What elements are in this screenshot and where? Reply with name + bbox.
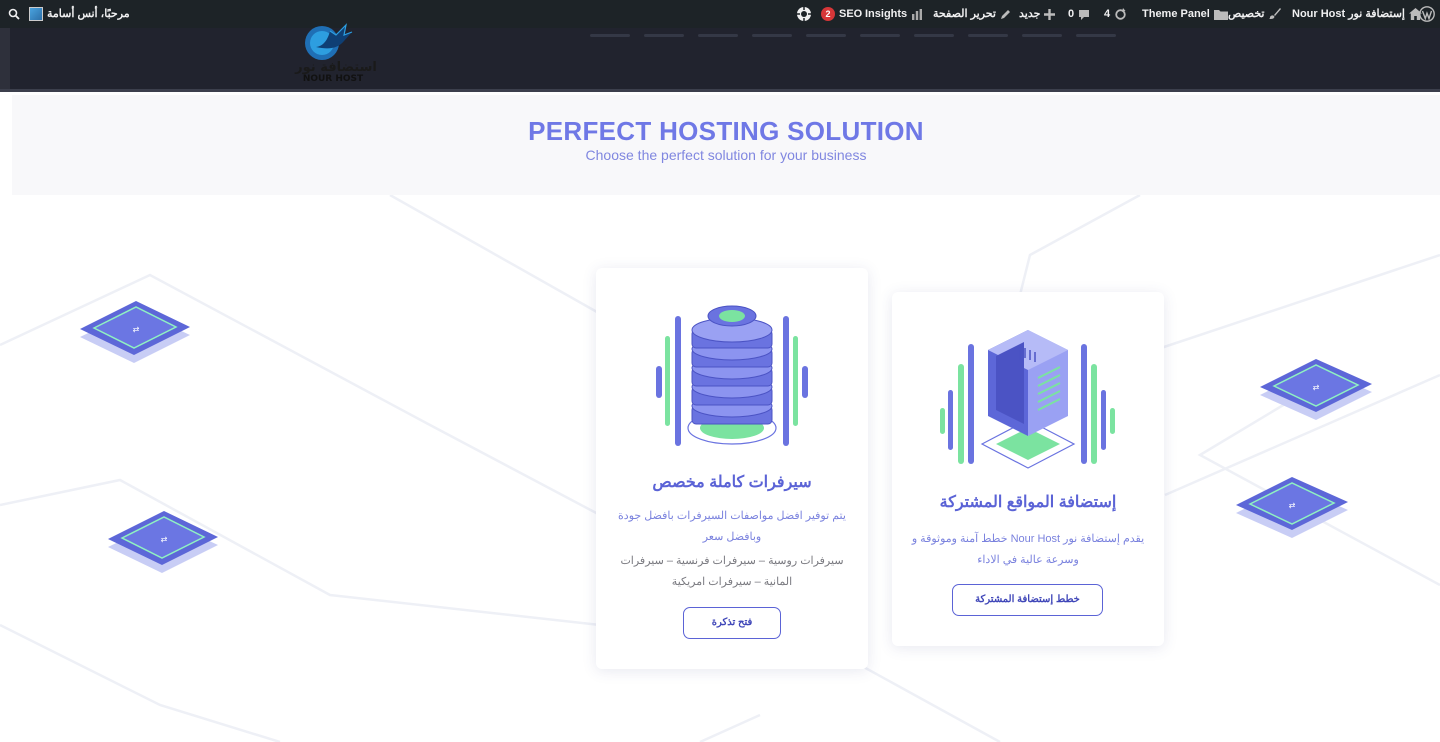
comments-count: 0 <box>1068 8 1075 20</box>
plus-icon <box>1044 8 1056 20</box>
svg-text:⇄: ⇄ <box>1289 501 1296 510</box>
main-nav <box>590 28 1116 44</box>
insights-menu[interactable]: Insights <box>865 0 923 28</box>
dedicated-servers-card: سيرفرات كاملة مخصص يتم توفير افضل مواصفا… <box>596 268 868 669</box>
seo-badge: 2 <box>821 7 835 21</box>
insights-label: Insights <box>865 8 908 20</box>
card-title: سيرفرات كاملة مخصص <box>652 474 812 491</box>
nav-item[interactable] <box>914 34 954 37</box>
hero-subtitle: Choose the perfect solution for your bus… <box>585 147 867 163</box>
ai-assistant-icon[interactable] <box>796 0 812 28</box>
updates-menu[interactable]: 4 <box>1104 0 1127 28</box>
nav-item[interactable] <box>1022 34 1062 37</box>
nav-item[interactable] <box>1076 34 1116 37</box>
admin-account[interactable]: مرحبًا، أنس أسامة <box>29 0 130 28</box>
card-description: يتم توفير افضل مواصفات السيرفرات بافضل ج… <box>618 510 846 543</box>
site-name-label: إستضافة نور Nour Host <box>1292 8 1405 20</box>
search-icon[interactable] <box>8 0 20 28</box>
site-logo[interactable]: استضافة نور NOUR HOST <box>286 23 386 89</box>
hero-section: PERFECT HOSTING SOLUTION Choose the perf… <box>12 95 1440 195</box>
logo-sub: NOUR HOST <box>303 74 364 84</box>
seo-label: SEO <box>839 8 863 20</box>
greeting: مرحبًا، أنس أسامة <box>47 8 130 20</box>
site-name-menu[interactable]: إستضافة نور Nour Host <box>1292 0 1422 28</box>
nav-item[interactable] <box>752 34 792 37</box>
edit-page-menu[interactable]: تحرير الصفحة <box>933 0 1011 28</box>
avatar <box>29 7 43 21</box>
nav-item[interactable] <box>968 34 1008 37</box>
open-ticket-button[interactable]: فتح تذكرة <box>683 607 781 639</box>
hero-title: PERFECT HOSTING SOLUTION <box>528 116 924 146</box>
bird-logo-icon: استضافة نور NOUR HOST <box>294 23 377 84</box>
nav-item[interactable] <box>590 34 630 37</box>
card-server-list: سيرفرات روسية – سيرفرات فرنسية – سيرفرات… <box>620 555 844 588</box>
seo-menu[interactable]: 2 SEO <box>821 0 862 28</box>
nav-item[interactable] <box>644 34 684 37</box>
nav-item[interactable] <box>698 34 738 37</box>
server-rack-icon <box>940 330 1115 469</box>
nav-item[interactable] <box>806 34 846 37</box>
bar-chart-icon <box>912 8 923 20</box>
chip-decoration: ⇄ <box>108 511 218 573</box>
refresh-icon <box>1115 7 1126 20</box>
chip-decoration: ⇄ <box>1236 477 1348 538</box>
shared-hosting-plans-button[interactable]: خطط إستضافة المشتركة <box>952 584 1103 616</box>
edit-page-label: تحرير الصفحة <box>933 8 996 20</box>
customize-menu[interactable]: تخصيص <box>1228 0 1281 28</box>
customize-label: تخصيص <box>1228 8 1265 20</box>
updates-count: 4 <box>1104 8 1111 20</box>
svg-text:⇄: ⇄ <box>133 325 140 334</box>
card-description: يقدم إستضافة نور Nour Host خطط آمنة وموث… <box>911 533 1145 566</box>
wordpress-logo-icon[interactable] <box>1419 0 1435 28</box>
theme-panel-menu[interactable]: Theme Panel <box>1142 0 1228 28</box>
pencil-icon <box>1000 9 1010 19</box>
logo-text: استضافة نور <box>294 60 377 75</box>
admin-bar: مرحبًا، أنس أسامة 2 SEO Insights تحرير ا… <box>0 0 1440 28</box>
theme-panel-label: Theme Panel <box>1142 8 1210 20</box>
header-edge <box>0 28 10 89</box>
chip-decoration: ⇄ <box>80 301 190 363</box>
folder-icon <box>1213 9 1228 20</box>
new-label: جديد <box>1019 8 1041 20</box>
svg-text:⇄: ⇄ <box>1313 383 1320 392</box>
shared-hosting-card: إستضافة المواقع المشتركة يقدم إستضافة نو… <box>892 292 1164 646</box>
comment-icon <box>1079 9 1090 20</box>
svg-text:⇄: ⇄ <box>161 535 168 544</box>
site-header: استضافة نور NOUR HOST <box>0 23 1440 92</box>
comments-menu[interactable]: 0 <box>1068 0 1090 28</box>
database-server-icon <box>656 305 808 446</box>
brush-icon <box>1268 8 1281 19</box>
nav-item[interactable] <box>860 34 900 37</box>
card-title: إستضافة المواقع المشتركة <box>939 494 1117 511</box>
new-content-menu[interactable]: جديد <box>1019 0 1056 28</box>
